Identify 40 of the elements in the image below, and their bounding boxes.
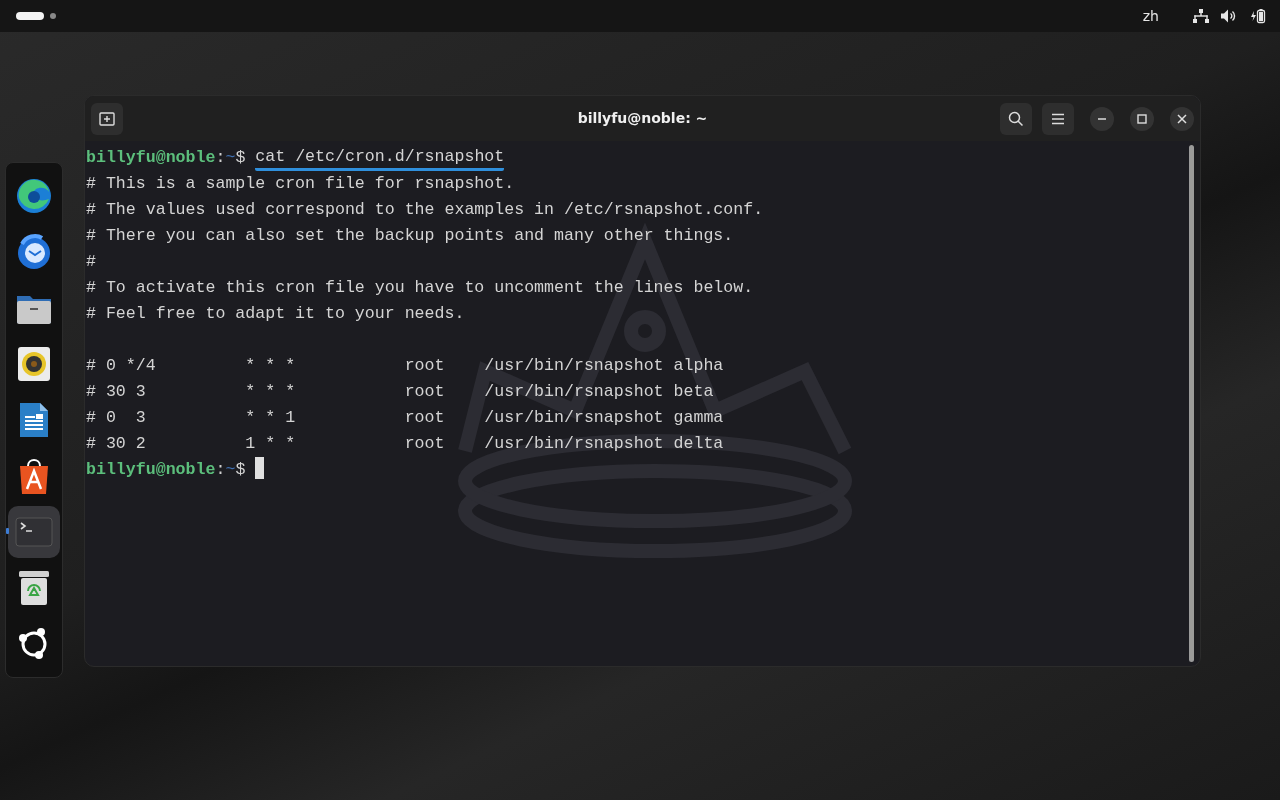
new-tab-button[interactable] [91,102,123,135]
prompt-path: ~ [225,460,236,479]
prompt-path: ~ [225,148,236,167]
close-button[interactable] [1170,106,1194,131]
prompt-colon: : [215,148,226,167]
input-source-indicator[interactable]: zh [1142,8,1159,24]
scrollbar[interactable] [1189,145,1194,662]
minimize-button[interactable] [1090,106,1114,131]
prompt-symbol: $ [235,148,246,167]
battery-icon[interactable] [1250,8,1266,24]
output-line: # 0 3 * * 1 root /usr/bin/rsnapshot gamma [86,408,724,427]
network-icon[interactable] [1193,9,1209,23]
workspace-indicator[interactable] [16,12,44,20]
close-icon [1177,113,1187,124]
command-text: cat /etc/cron.d/rsnapshot [255,146,505,171]
output-line: # [86,252,96,271]
output-line: # 30 3 * * * root /usr/bin/rsnapshot beta [86,382,714,401]
maximize-button[interactable] [1130,106,1154,131]
menu-button[interactable] [1042,102,1074,135]
prompt-symbol: $ [235,460,246,479]
browser-icon [14,176,54,216]
prompt-user-host: billyfu@noble [86,460,216,479]
output-line: # 0 */4 * * * root /usr/bin/rsnapshot alpha [86,356,724,375]
output-line: # This is a sample cron file for rsnapshot. [86,174,515,193]
search-button[interactable] [1000,102,1032,135]
new-tab-icon [99,111,115,126]
output-line: # There you can also set the backup points and many other things. [86,226,734,245]
output-line: # 30 2 1 * * root /usr/bin/rsnapshot delta [86,434,724,453]
maximize-icon [1137,113,1147,124]
workspace-indicator[interactable] [50,13,56,19]
output-line: # Feel free to adapt it to your needs. [86,304,465,323]
minimize-icon [1097,117,1107,120]
prompt-colon: : [215,460,226,479]
prompt-user-host: billyfu@noble [86,148,216,167]
search-icon [1008,110,1024,127]
volume-icon[interactable] [1221,9,1238,23]
output-line: # The values used correspond to the examples in /etc/rsnapshot.conf. [86,200,764,219]
menu-icon [1051,112,1065,125]
window-title: billyfu@noble: ~ [577,109,708,128]
output-line: # To activate this cron file you have to uncomment the lines below. [86,278,754,297]
